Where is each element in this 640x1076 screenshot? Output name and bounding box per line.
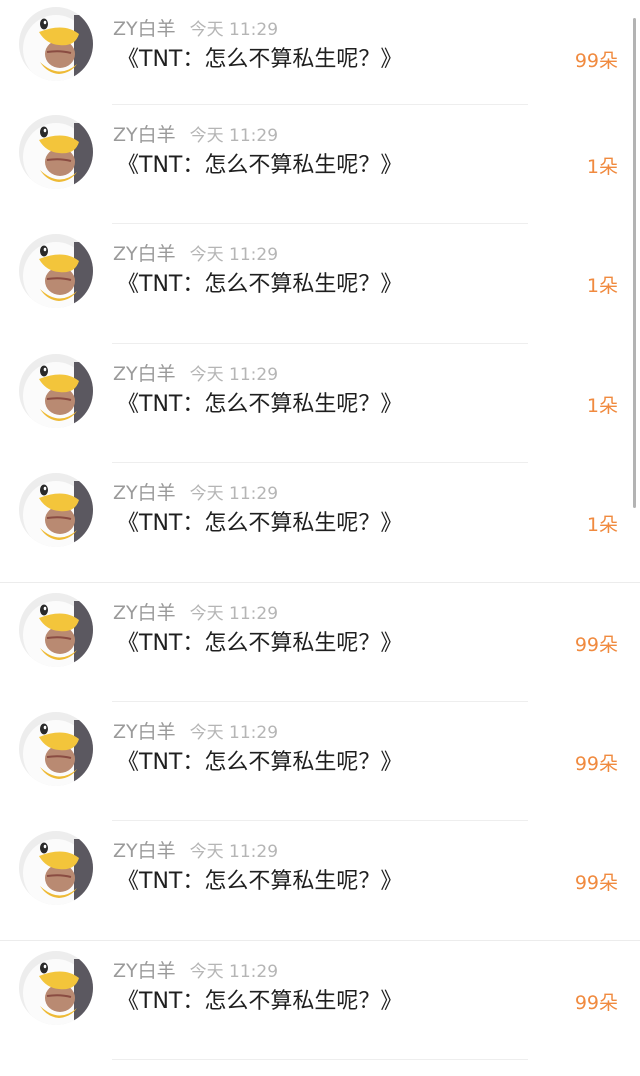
sender-name[interactable]: ZY白羊 — [113, 18, 176, 40]
list-item[interactable]: ZY白羊 今天 11:29 《TNT：怎么不算私生呢？》 99朵 — [0, 0, 640, 105]
avatar[interactable] — [19, 711, 93, 786]
list-item[interactable]: ZY白羊 今天 11:29 《TNT：怎么不算私生呢？》 99朵 — [0, 583, 640, 702]
list-item[interactable]: ZY白羊 今天 11:29 《TNT：怎么不算私生呢？》 1朵 — [0, 344, 640, 464]
duck-costume-avatar-icon — [19, 353, 93, 428]
timestamp: 今天 11:29 — [189, 20, 279, 40]
timestamp: 今天 11:29 — [189, 126, 279, 146]
duck-costume-avatar-icon — [19, 7, 93, 81]
timestamp: 今天 11:29 — [189, 603, 279, 624]
flower-count: 1朵 — [586, 514, 618, 537]
flower-count: 99朵 — [574, 633, 618, 656]
duck-costume-avatar-icon — [19, 950, 93, 1025]
message-title: 《TNT：怎么不算私生呢？》 — [117, 391, 403, 417]
flower-count: 99朵 — [574, 872, 618, 895]
message-meta: ZY白羊 今天 11:29 — [113, 959, 278, 983]
list-item[interactable]: ZY白羊 今天 11:29 《TNT：怎么不算私生呢？》 99朵 — [0, 821, 640, 941]
avatar[interactable] — [19, 7, 93, 81]
message-meta: ZY白羊 今天 11:29 — [113, 17, 278, 41]
sender-name[interactable]: ZY白羊 — [113, 960, 176, 982]
duck-costume-avatar-icon — [19, 711, 93, 786]
timestamp: 今天 11:29 — [189, 842, 279, 863]
duck-costume-avatar-icon — [19, 473, 93, 548]
sender-name[interactable]: ZY白羊 — [113, 243, 176, 265]
avatar[interactable] — [19, 234, 93, 309]
timestamp: 今天 11:29 — [189, 245, 279, 266]
timestamp: 今天 11:29 — [189, 484, 279, 505]
avatar[interactable] — [19, 831, 93, 906]
sender-name[interactable]: ZY白羊 — [113, 363, 176, 385]
avatar[interactable] — [19, 353, 93, 428]
sender-name[interactable]: ZY白羊 — [113, 840, 176, 862]
list-item[interactable]: ZY白羊 今天 11:29 《TNT：怎么不算私生呢？》 99朵 — [0, 941, 640, 1061]
avatar[interactable] — [19, 592, 93, 667]
avatar[interactable] — [19, 115, 93, 189]
avatar[interactable] — [19, 950, 93, 1025]
timestamp: 今天 11:29 — [189, 961, 279, 982]
flower-count: 1朵 — [586, 275, 618, 298]
flower-count: 99朵 — [574, 991, 618, 1014]
message-meta: ZY白羊 今天 11:29 — [113, 839, 278, 863]
timestamp: 今天 11:29 — [189, 364, 279, 385]
message-title: 《TNT：怎么不算私生呢？》 — [117, 153, 403, 178]
message-meta: ZY白羊 今天 11:29 — [113, 720, 278, 744]
message-meta: ZY白羊 今天 11:29 — [113, 242, 278, 266]
duck-costume-avatar-icon — [19, 592, 93, 667]
avatar[interactable] — [19, 473, 93, 548]
list-item[interactable]: ZY白羊 今天 11:29 《TNT：怎么不算私生呢？》 99朵 — [0, 702, 640, 822]
duck-costume-avatar-icon — [19, 115, 93, 189]
scrollbar[interactable] — [633, 18, 636, 508]
duck-costume-avatar-icon — [19, 234, 93, 309]
message-title: 《TNT：怎么不算私生呢？》 — [117, 630, 403, 656]
timestamp: 今天 11:29 — [189, 722, 279, 743]
list-item[interactable]: ZY白羊 今天 11:29 《TNT：怎么不算私生呢？》 1朵 — [0, 224, 640, 344]
sender-name[interactable]: ZY白羊 — [113, 602, 176, 624]
message-title: 《TNT：怎么不算私生呢？》 — [117, 749, 403, 775]
divider — [112, 1059, 528, 1061]
message-meta: ZY白羊 今天 11:29 — [113, 123, 278, 147]
message-title: 《TNT：怎么不算私生呢？》 — [117, 869, 403, 895]
duck-costume-avatar-icon — [19, 831, 93, 906]
sender-name[interactable]: ZY白羊 — [113, 124, 176, 146]
list-item[interactable]: ZY白羊 今天 11:29 《TNT：怎么不算私生呢？》 1朵 — [0, 105, 640, 225]
sender-name[interactable]: ZY白羊 — [113, 482, 176, 504]
message-title: 《TNT：怎么不算私生呢？》 — [117, 47, 403, 72]
message-meta: ZY白羊 今天 11:29 — [113, 481, 278, 505]
message-meta: ZY白羊 今天 11:29 — [113, 601, 278, 625]
flower-count: 99朵 — [574, 752, 618, 775]
message-title: 《TNT：怎么不算私生呢？》 — [117, 272, 403, 298]
flower-count: 1朵 — [586, 394, 618, 417]
message-list: ZY白羊 今天 11:29 《TNT：怎么不算私生呢？》 99朵 ZY白羊 今天 1… — [0, 0, 640, 1061]
message-meta: ZY白羊 今天 11:29 — [113, 362, 278, 386]
message-title: 《TNT：怎么不算私生呢？》 — [117, 988, 403, 1014]
sender-name[interactable]: ZY白羊 — [113, 721, 176, 743]
flower-count: 99朵 — [574, 50, 618, 72]
flower-count: 1朵 — [586, 156, 618, 178]
list-item[interactable]: ZY白羊 今天 11:29 《TNT：怎么不算私生呢？》 1朵 — [0, 463, 640, 583]
message-title: 《TNT：怎么不算私生呢？》 — [117, 511, 403, 537]
